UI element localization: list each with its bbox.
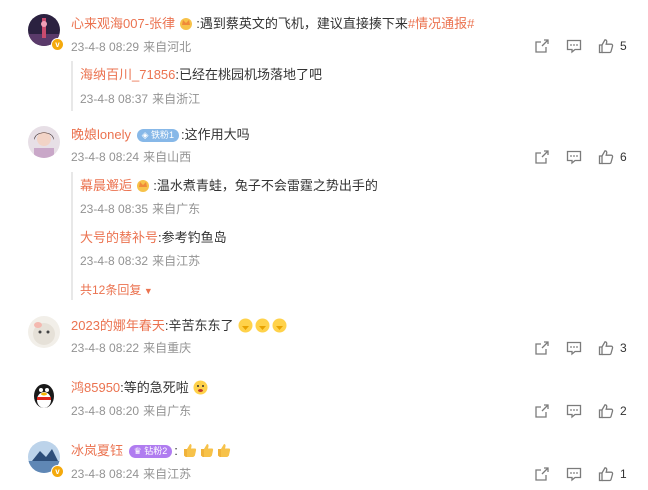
timestamp: 23-4-8 08:24 (71, 150, 140, 164)
fan-badge: ♛ 钻粉2 (128, 445, 173, 459)
thumbs-up-emoji-icon (238, 318, 253, 333)
comment-meta: 23-4-8 08:29 来自河北 (71, 39, 191, 55)
reply-box (71, 61, 73, 111)
avatar[interactable] (28, 379, 60, 411)
thumbs-up-emoji-icon (272, 318, 287, 333)
comment-text: :这作用大吗 (181, 127, 250, 142)
topic-link[interactable]: #情况通报# (408, 16, 474, 31)
location: 来自河北 (143, 40, 192, 54)
location: 来自广东 (143, 404, 192, 418)
comment-icon[interactable] (566, 340, 582, 356)
thumbs-up-icon[interactable] (598, 403, 614, 419)
crying-face-emoji-icon (193, 380, 208, 395)
comment-icon[interactable] (566, 38, 582, 54)
username[interactable]: 心来观海007-张律 (71, 16, 175, 31)
timestamp: 23-4-8 08:32 (80, 254, 149, 268)
share-icon[interactable] (534, 340, 550, 356)
reply-username[interactable]: 大号的替补号 (80, 230, 158, 245)
like-count: 6 (620, 150, 627, 164)
reply-text: :温水煮青蛙，兔子不会雷霆之势出手的 (153, 178, 378, 193)
username[interactable]: 冰岚夏钰 (71, 443, 123, 458)
caret-down-icon: ▼ (141, 286, 153, 296)
like-count: 3 (620, 341, 627, 355)
thumbs-up-icon[interactable] (598, 38, 614, 54)
comment-icon[interactable] (566, 403, 582, 419)
share-icon[interactable] (534, 149, 550, 165)
avatar[interactable] (28, 126, 60, 158)
crown-icon (136, 180, 149, 192)
share-icon[interactable] (534, 38, 550, 54)
comment-icon[interactable] (566, 466, 582, 482)
thumbs-up-icon[interactable] (598, 466, 614, 482)
comment-text: :等的急死啦 (120, 380, 189, 395)
share-icon[interactable] (534, 466, 550, 482)
reply-username[interactable]: 海纳百川_71856 (80, 67, 175, 82)
fan-badge: ◈ 铁粉1 (136, 129, 180, 143)
thumbs-up-emoji-icon (201, 444, 214, 457)
reply-box (71, 172, 73, 300)
timestamp: 23-4-8 08:22 (71, 341, 140, 355)
reply-text: :已经在桃园机场落地了吧 (175, 67, 323, 82)
username[interactable]: 鸿85950 (71, 380, 120, 395)
timestamp: 23-4-8 08:35 (80, 202, 149, 216)
share-icon[interactable] (534, 403, 550, 419)
thumbs-up-emoji-icon (218, 444, 231, 457)
crown-icon (179, 18, 192, 30)
timestamp: 23-4-8 08:37 (80, 92, 149, 106)
verified-icon: v (51, 465, 64, 478)
username[interactable]: 2023的娜年春天 (71, 318, 165, 333)
thumbs-up-emoji-icon (184, 444, 197, 457)
reply-text: :参考钓鱼岛 (158, 230, 227, 245)
thumbs-up-icon[interactable] (598, 149, 614, 165)
timestamp: 23-4-8 08:29 (71, 40, 140, 54)
location: 来自广东 (152, 202, 201, 216)
timestamp: 23-4-8 08:20 (71, 404, 140, 418)
avatar[interactable] (28, 316, 60, 348)
verified-icon: v (51, 38, 64, 51)
comment-icon[interactable] (566, 149, 582, 165)
comment-text: :遇到蔡英文的飞机，建议直接揍下来 (196, 16, 408, 31)
reply-username[interactable]: 幕晨邂逅 (80, 178, 132, 193)
location: 来自山西 (143, 150, 192, 164)
more-replies-link[interactable]: 共12条回复 ▼ (80, 281, 153, 298)
location: 来自江苏 (152, 254, 201, 268)
thumbs-up-icon[interactable] (598, 340, 614, 356)
location: 来自江苏 (143, 467, 192, 481)
timestamp: 23-4-8 08:24 (71, 467, 140, 481)
comment-body: 心来观海007-张律 :遇到蔡英文的飞机，建议直接揍下来#情况通报# (71, 15, 474, 33)
comment-text: :辛苦东东了 (164, 318, 234, 333)
username[interactable]: 晚娘lonely (71, 127, 131, 142)
location: 来自重庆 (143, 341, 192, 355)
location: 来自浙江 (152, 92, 201, 106)
like-count: 2 (620, 404, 627, 418)
comment-text: : (174, 443, 178, 458)
thumbs-up-emoji-icon (255, 318, 270, 333)
like-count: 1 (620, 467, 627, 481)
like-count: 5 (620, 39, 627, 53)
